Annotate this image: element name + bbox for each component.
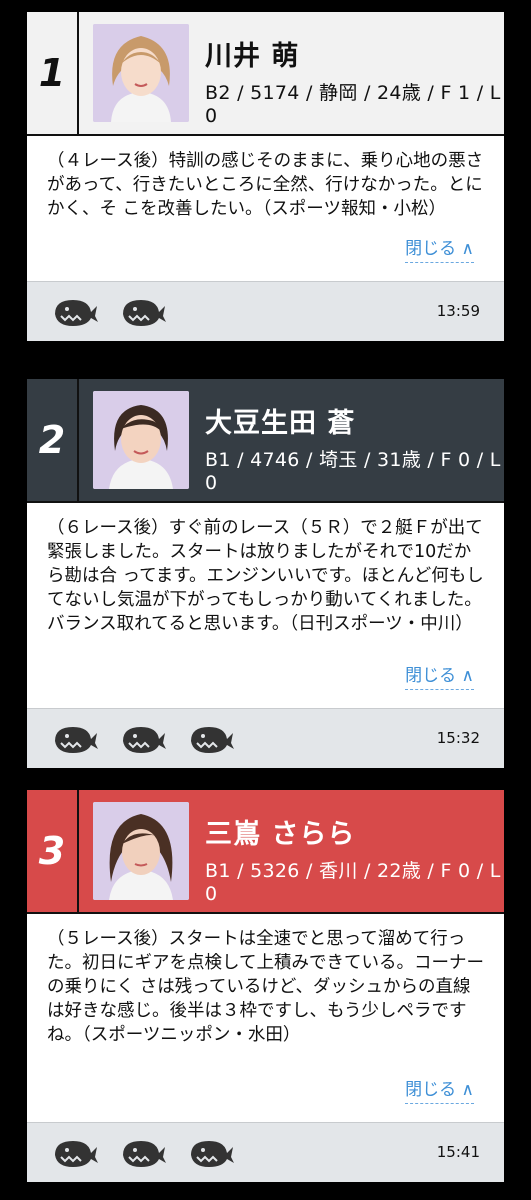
lane-number: 3 xyxy=(27,790,79,912)
racer-comment: （５レース後）スタートは全速でと思って溜めて行った。初日にギアを点検して上積みで… xyxy=(27,914,504,1122)
card-footer: 13:59 xyxy=(27,281,504,341)
racer-header[interactable]: 3 三嶌 さらら B1 / 5326 / 香川 / 22歳 / F 0 / L … xyxy=(27,790,504,914)
whale-icon xyxy=(55,1140,98,1167)
whale-icon xyxy=(55,299,98,326)
whale-icon xyxy=(123,726,166,753)
comment-time: 15:32 xyxy=(436,729,480,747)
lane-number: 2 xyxy=(27,379,79,501)
racer-photo xyxy=(93,802,189,900)
racer-name: 三嶌 さらら xyxy=(205,819,356,850)
whale-icon xyxy=(55,726,98,753)
racer-header[interactable]: 1 川井 萌 B2 / 5174 / 静岡 / 24歳 / F 1 / L 0 xyxy=(27,12,504,136)
racer-card-2: 2 大豆生田 蒼 B1 / 4746 / 埼玉 / 31歳 / F 0 / L … xyxy=(27,379,504,768)
whale-icon xyxy=(123,1140,166,1167)
comment-time: 15:41 xyxy=(436,1143,480,1161)
whale-icon xyxy=(191,1140,234,1167)
card-footer: 15:32 xyxy=(27,708,504,768)
comment-time: 13:59 xyxy=(436,302,480,320)
comment-text: （５レース後）スタートは全速でと思って溜めて行った。初日にギアを点検して上積みで… xyxy=(47,929,484,1045)
racer-card-1: 1 川井 萌 B2 / 5174 / 静岡 / 24歳 / F 1 / L 0 … xyxy=(27,12,504,341)
racer-info: B1 / 5326 / 香川 / 22歳 / F 0 / L 0 xyxy=(205,860,501,905)
racer-card-3: 3 三嶌 さらら B1 / 5326 / 香川 / 22歳 / F 0 / L … xyxy=(27,790,504,1182)
racer-photo xyxy=(93,24,189,122)
close-button[interactable]: 閉じる ∧ xyxy=(405,1078,474,1104)
racer-name: 川井 萌 xyxy=(205,41,300,72)
comment-text: （４レース後）特訓の感じそのままに、乗り心地の悪さがあって、行きたいところに全然… xyxy=(47,151,484,219)
racer-comment: （４レース後）特訓の感じそのままに、乗り心地の悪さがあって、行きたいところに全然… xyxy=(27,136,504,281)
whale-icon xyxy=(191,726,234,753)
card-footer: 15:41 xyxy=(27,1122,504,1182)
racer-info: B2 / 5174 / 静岡 / 24歳 / F 1 / L 0 xyxy=(205,82,501,127)
lane-number: 1 xyxy=(27,12,79,134)
close-button[interactable]: 閉じる ∧ xyxy=(405,664,474,690)
racer-photo xyxy=(93,391,189,489)
racer-comment: （６レース後）すぐ前のレース（５Ｒ）で２艇Ｆが出て緊張しました。スタートは放りま… xyxy=(27,503,504,708)
whale-icon xyxy=(123,299,166,326)
racer-info: B1 / 4746 / 埼玉 / 31歳 / F 0 / L 0 xyxy=(205,449,501,494)
racer-header[interactable]: 2 大豆生田 蒼 B1 / 4746 / 埼玉 / 31歳 / F 0 / L … xyxy=(27,379,504,503)
close-button[interactable]: 閉じる ∧ xyxy=(405,237,474,263)
racer-name: 大豆生田 蒼 xyxy=(205,408,356,439)
comment-text: （６レース後）すぐ前のレース（５Ｒ）で２艇Ｆが出て緊張しました。スタートは放りま… xyxy=(47,518,484,634)
